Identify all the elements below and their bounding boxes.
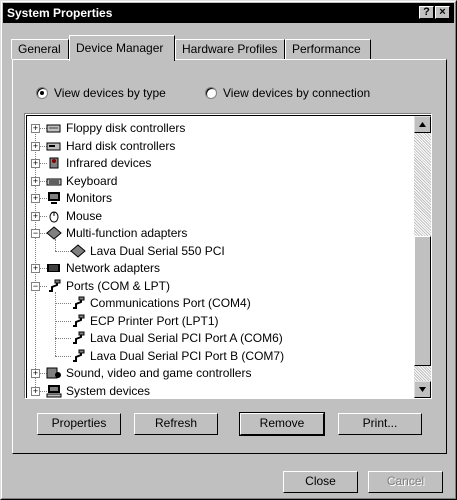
properties-button[interactable]: Properties (37, 413, 121, 435)
tree-item[interactable]: Monitors (46, 190, 112, 206)
monitor-icon (46, 191, 62, 205)
tree-item-label: Monitors (66, 191, 113, 205)
infrared-icon (46, 156, 62, 170)
tree-item[interactable]: Keyboard (46, 173, 117, 189)
tree-item[interactable]: Floppy disk controllers (46, 120, 185, 136)
window-title: System Properties (7, 6, 113, 20)
tree-item[interactable]: Infrared devices (46, 155, 151, 171)
tree-line (55, 338, 71, 339)
cancel-button[interactable]: Cancel (368, 471, 443, 493)
port-icon (70, 314, 86, 328)
view-by-type-label: View devices by type (54, 86, 166, 100)
view-by-connection-radio[interactable]: View devices by connection (205, 86, 370, 100)
keyboard-icon (46, 174, 62, 188)
tree-item-label: Lava Dual Serial PCI Port A (COM6) (90, 331, 283, 345)
tree-item-label: Keyboard (66, 173, 118, 188)
tree-item-label: Mouse (66, 208, 103, 223)
tree-item[interactable]: Mouse (46, 208, 102, 224)
tab-device-manager[interactable]: Device Manager (69, 35, 175, 61)
tree-item-label: Sound, video and game controllers (66, 366, 252, 380)
tree-line (55, 291, 56, 356)
tree-line (55, 239, 56, 251)
close-icon[interactable]: × (435, 6, 450, 19)
view-by-connection-label: View devices by connection (223, 86, 371, 100)
tree-item[interactable]: Lava Dual Serial 550 PCI (70, 243, 225, 259)
scroll-thumb[interactable] (414, 236, 431, 366)
refresh-button[interactable]: Refresh (134, 413, 218, 435)
tree-item[interactable]: Multi-function adapters (46, 225, 187, 241)
expand-icon[interactable]: + (31, 386, 40, 396)
floppy-controller-icon (46, 121, 62, 135)
tab-general[interactable]: General (11, 39, 69, 59)
tree-item[interactable]: Lava Dual Serial PCI Port B (COM7) (70, 348, 284, 364)
tree-line (55, 303, 71, 304)
hard-disk-controller-icon (46, 139, 62, 153)
port-icon (46, 279, 62, 293)
tab-performance[interactable]: Performance (285, 39, 371, 59)
tree-item-label: Hard disk controllers (66, 138, 176, 153)
view-by-type-radio[interactable]: View devices by type (36, 86, 166, 100)
adapter-icon (70, 243, 86, 258)
port-icon (70, 296, 86, 310)
expand-icon[interactable]: + (31, 369, 40, 378)
tree-item[interactable]: Network adapters (46, 260, 160, 276)
expand-icon[interactable]: + (31, 141, 40, 151)
expand-icon[interactable]: + (31, 176, 40, 186)
tree-item-label: ECP Printer Port (LPT1) (90, 313, 219, 328)
tree-item[interactable]: Sound, video and game controllers (46, 365, 251, 381)
port-icon (70, 331, 86, 345)
tree-item-label: Multi-function adapters (66, 226, 188, 240)
tree-item[interactable]: ECP Printer Port (LPT1) (70, 313, 218, 329)
tree-item[interactable]: Ports (COM & LPT) (46, 278, 170, 294)
title-bar[interactable]: System Properties ? × (3, 3, 454, 23)
device-tree[interactable]: + Floppy disk controllers + Hard disk contr… (24, 113, 432, 399)
mouse-icon (46, 209, 62, 223)
device-manager-panel: View devices by type View devices by con… (12, 59, 447, 454)
expand-icon[interactable]: + (31, 194, 40, 203)
print-button[interactable]: Print... (338, 413, 422, 435)
help-button[interactable]: ? (419, 6, 434, 19)
remove-button[interactable]: Remove (239, 412, 325, 436)
expand-icon[interactable]: + (31, 264, 40, 273)
network-adapter-icon (46, 261, 62, 275)
scroll-down-button[interactable] (414, 381, 431, 398)
close-button[interactable]: Close (283, 471, 358, 493)
system-devices-icon (46, 384, 62, 398)
expand-icon[interactable]: + (31, 124, 40, 133)
tree-item[interactable]: Lava Dual Serial PCI Port A (COM6) (70, 330, 283, 346)
tree-item-label: Floppy disk controllers (66, 121, 186, 135)
radio-circle (205, 87, 217, 99)
port-icon (70, 349, 86, 363)
tree-item-label: Lava Dual Serial PCI Port B (COM7) (90, 348, 285, 363)
tree-item[interactable]: System devices (46, 383, 150, 399)
tree-item-label: Ports (COM & LPT) (66, 278, 171, 293)
scroll-up-button[interactable] (414, 116, 431, 133)
tree-line (55, 355, 71, 357)
tree-item[interactable]: Communications Port (COM4) (70, 295, 251, 311)
radio-circle (36, 87, 48, 99)
tree-item-label: System devices (66, 383, 151, 398)
collapse-icon[interactable]: − (31, 281, 40, 291)
tree-item-label: Communications Port (COM4) (90, 296, 251, 310)
tree-item-label: Network adapters (66, 261, 161, 275)
expand-icon[interactable]: + (31, 211, 40, 221)
system-properties-window: System Properties ? × General Device Man… (0, 0, 457, 500)
collapse-icon[interactable]: − (31, 229, 40, 238)
adapter-icon (46, 226, 62, 240)
tab-hardware-profiles[interactable]: Hardware Profiles (175, 39, 285, 59)
vertical-scrollbar[interactable] (414, 116, 431, 398)
expand-icon[interactable]: + (31, 159, 40, 168)
tree-item-label: Infrared devices (66, 156, 152, 170)
tree-item[interactable]: Hard disk controllers (46, 138, 175, 154)
sound-icon (46, 366, 62, 380)
tree-line (55, 250, 71, 252)
tree-line (55, 320, 71, 322)
tree-item-label: Lava Dual Serial 550 PCI (90, 243, 225, 258)
